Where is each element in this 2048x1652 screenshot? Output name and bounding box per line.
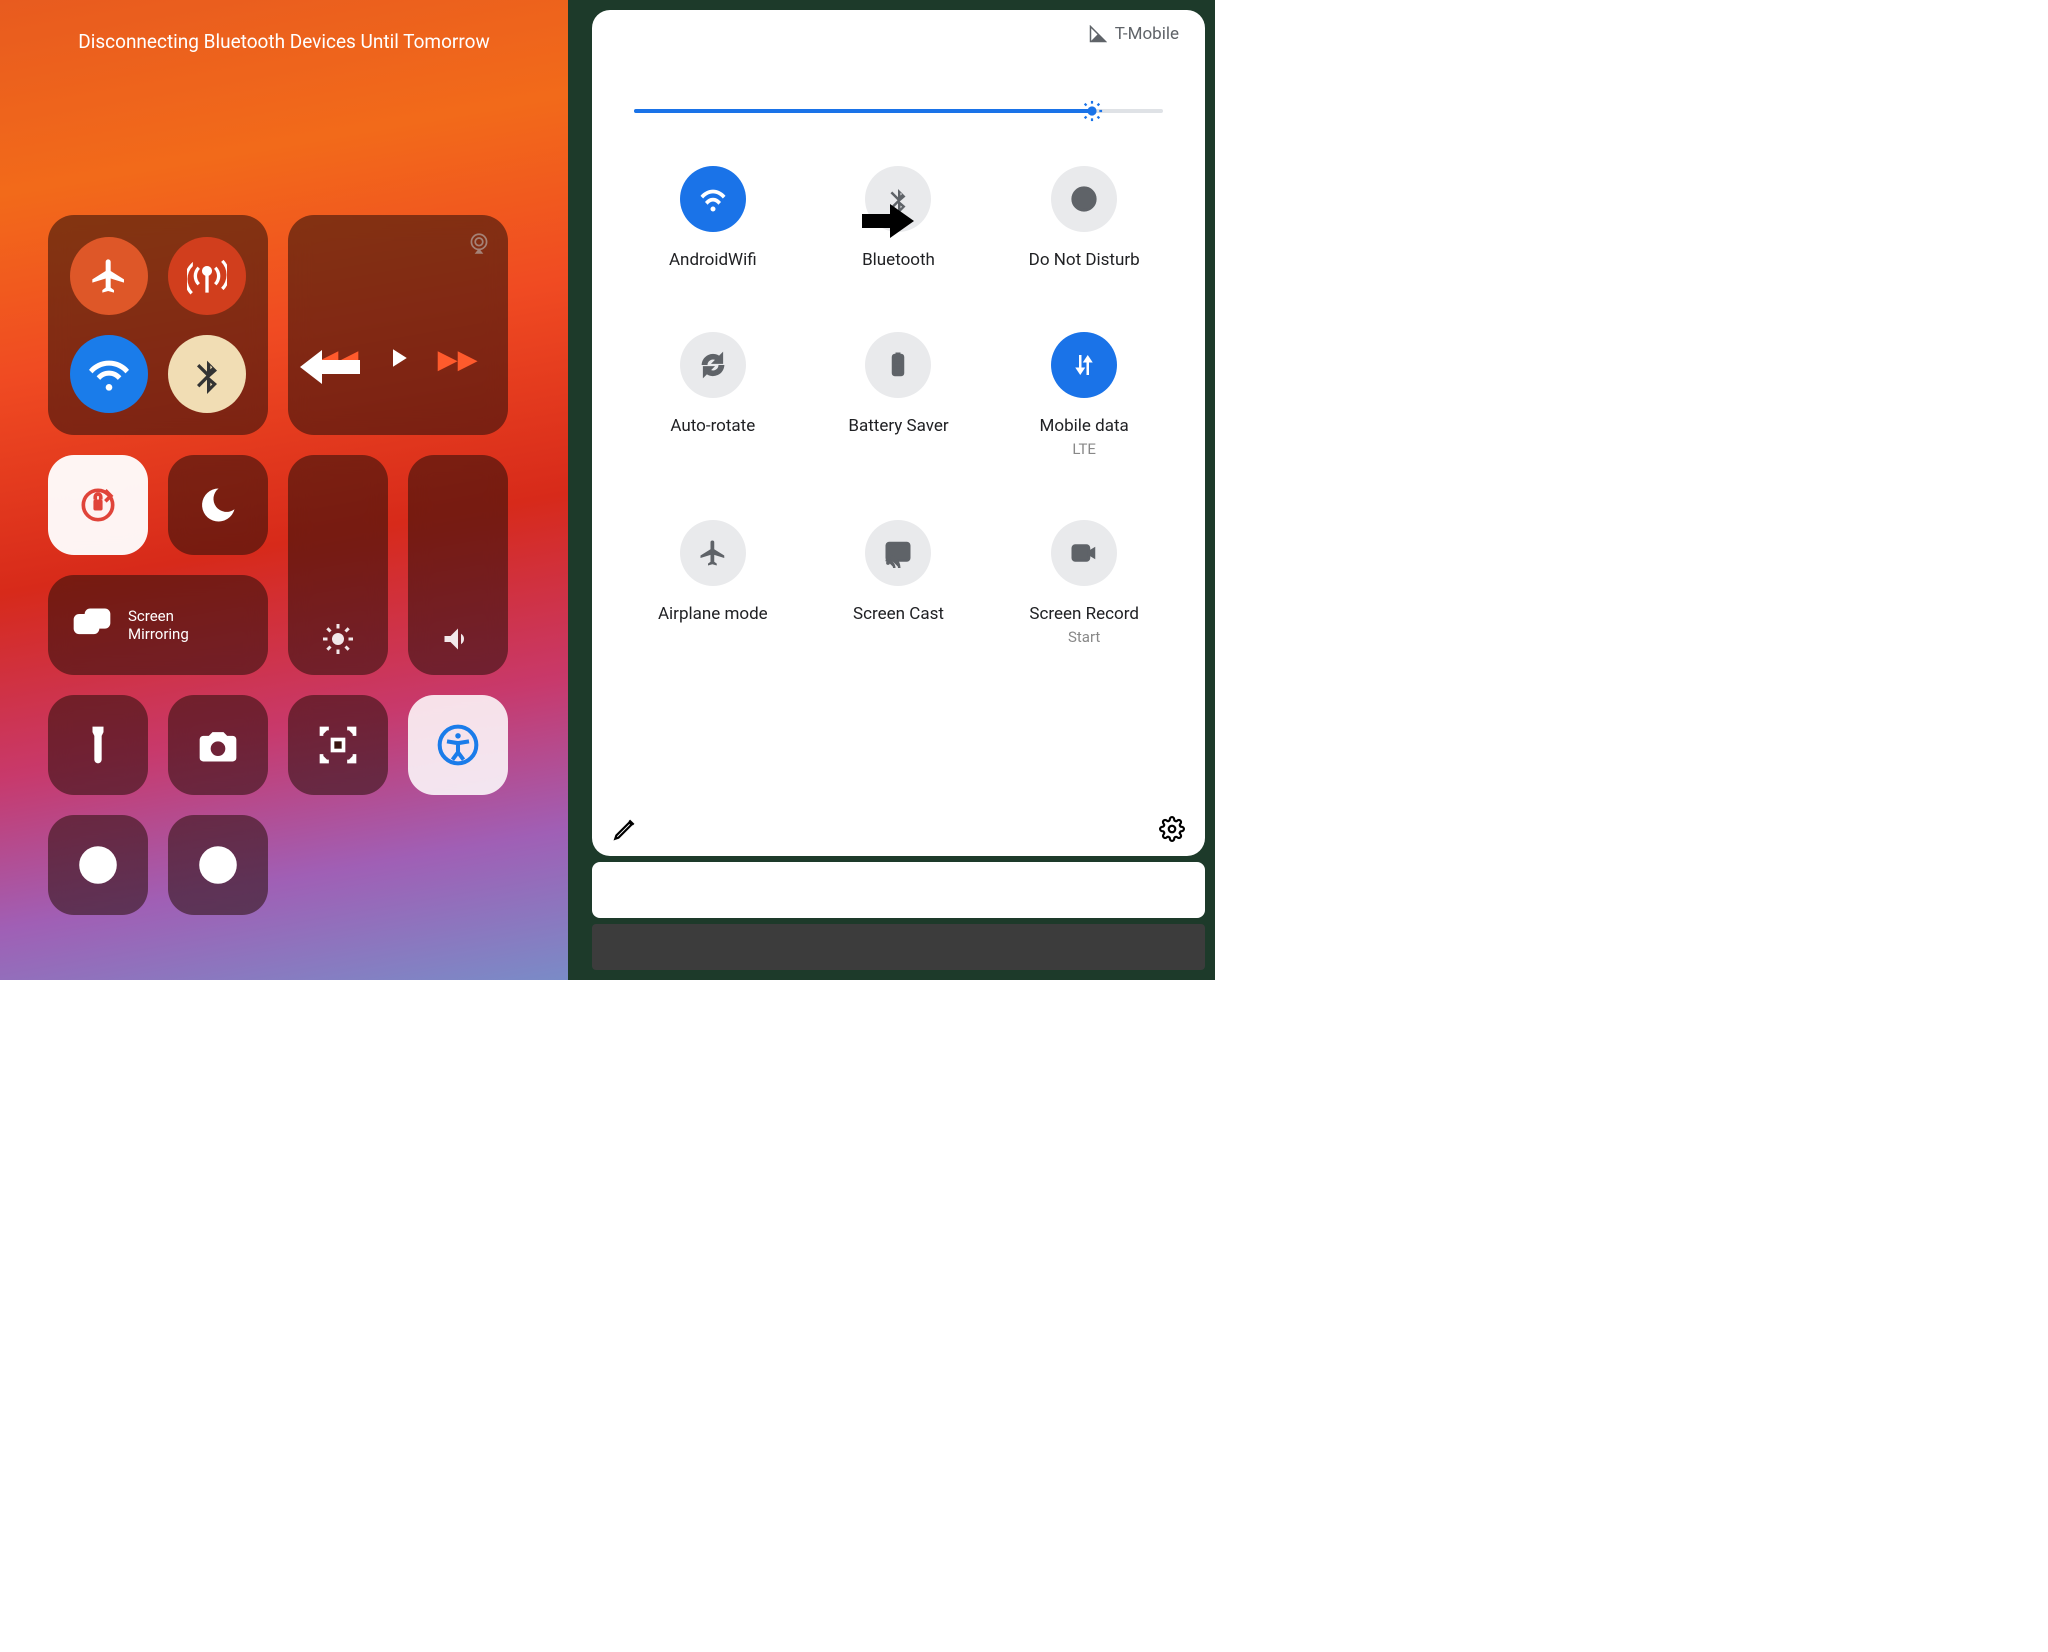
screen-record-icon	[1069, 538, 1099, 568]
slider-fill	[634, 109, 1091, 113]
sun-icon	[320, 621, 356, 657]
qs-tile-airplane[interactable]: Airplane mode	[620, 520, 806, 646]
settings-icon[interactable]	[1159, 816, 1185, 842]
media-controls-tile[interactable]: ◀◀ ▶▶	[288, 215, 508, 435]
qs-tile-screen-record[interactable]: Screen Record Start	[991, 520, 1177, 646]
forward-button[interactable]: ▶▶	[438, 345, 478, 375]
dnd-circle-icon	[1069, 184, 1099, 214]
camera-icon	[196, 723, 240, 767]
moon-icon	[196, 483, 240, 527]
qs-label: AndroidWifi	[669, 250, 757, 270]
record-icon	[76, 843, 120, 887]
dark-mode-button[interactable]	[168, 815, 268, 915]
qs-sublabel: Start	[1068, 628, 1100, 646]
do-not-disturb-toggle[interactable]	[168, 455, 268, 555]
qs-tile-cast[interactable]: Screen Cast	[806, 520, 992, 646]
ios-control-center: Disconnecting Bluetooth Devices Until To…	[0, 0, 568, 980]
panel-divider	[568, 0, 582, 980]
cellular-data-toggle[interactable]	[168, 237, 246, 315]
connectivity-cluster	[48, 215, 268, 435]
status-bar: T-Mobile	[1089, 24, 1179, 44]
dark-mode-icon	[196, 843, 240, 887]
quick-settings-grid: AndroidWifi Bluetooth Do Not Disturb Aut…	[620, 166, 1177, 646]
autorotate-icon	[698, 350, 728, 380]
bluetooth-toggle[interactable]	[168, 335, 246, 413]
qs-label: Bluetooth	[862, 250, 935, 270]
qs-label: Auto-rotate	[670, 416, 755, 436]
accessibility-icon	[436, 723, 480, 767]
brightness-slider[interactable]	[288, 455, 388, 675]
volume-slider[interactable]	[408, 455, 508, 675]
screen-record-button[interactable]	[48, 815, 148, 915]
slider-thumb-sun-icon[interactable]	[1081, 100, 1103, 122]
brightness-slider[interactable]	[620, 98, 1177, 122]
edit-icon[interactable]	[612, 816, 638, 842]
qs-label: Mobile data	[1040, 416, 1129, 436]
screen-mirroring-icon	[70, 603, 114, 647]
qs-label: Do Not Disturb	[1029, 250, 1140, 270]
airplane-icon	[89, 256, 129, 296]
airplane-icon	[698, 538, 728, 568]
qs-sublabel: LTE	[1072, 440, 1096, 458]
screen-mirroring-label: Screen Mirroring	[128, 607, 189, 643]
play-button[interactable]	[383, 343, 413, 377]
annotation-arrow-right	[862, 204, 914, 238]
qs-tile-wifi[interactable]: AndroidWifi	[620, 166, 806, 270]
mobile-data-icon	[1069, 350, 1099, 380]
signal-icon	[1089, 25, 1107, 43]
qr-scanner-button[interactable]	[288, 695, 388, 795]
qs-tile-autorotate[interactable]: Auto-rotate	[620, 332, 806, 458]
qs-tile-battery-saver[interactable]: Battery Saver	[806, 332, 992, 458]
qs-label: Battery Saver	[848, 416, 948, 436]
flashlight-button[interactable]	[48, 695, 148, 795]
notification-handle[interactable]	[592, 862, 1205, 918]
nav-bar	[592, 924, 1205, 970]
speaker-icon	[440, 621, 476, 657]
screen-mirroring-button[interactable]: Screen Mirroring	[48, 575, 268, 675]
flashlight-icon	[76, 723, 120, 767]
battery-saver-icon	[883, 350, 913, 380]
airplay-icon[interactable]	[466, 231, 492, 257]
qr-scan-icon	[316, 723, 360, 767]
qs-tile-mobile-data[interactable]: Mobile data LTE	[991, 332, 1177, 458]
rotation-lock-toggle[interactable]	[48, 455, 148, 555]
qs-tile-dnd[interactable]: Do Not Disturb	[991, 166, 1177, 270]
qs-label: Screen Record	[1029, 604, 1139, 624]
wifi-toggle[interactable]	[70, 335, 148, 413]
annotation-arrow-left	[300, 348, 360, 386]
rotation-lock-icon	[76, 483, 120, 527]
carrier-label: T-Mobile	[1115, 24, 1179, 44]
qs-label: Screen Cast	[853, 604, 944, 624]
cast-icon	[883, 538, 913, 568]
qs-label: Airplane mode	[658, 604, 768, 624]
airplane-mode-toggle[interactable]	[70, 237, 148, 315]
android-quick-settings: T-Mobile AndroidWifi Blue	[582, 0, 1215, 980]
wifi-icon	[698, 184, 728, 214]
play-icon	[383, 343, 413, 373]
wifi-icon	[89, 354, 129, 394]
ios-banner-text: Disconnecting Bluetooth Devices Until To…	[0, 30, 568, 53]
antenna-icon	[187, 256, 227, 296]
quick-settings-card: T-Mobile AndroidWifi Blue	[592, 10, 1205, 856]
accessibility-button[interactable]	[408, 695, 508, 795]
bluetooth-icon	[187, 354, 227, 394]
camera-button[interactable]	[168, 695, 268, 795]
